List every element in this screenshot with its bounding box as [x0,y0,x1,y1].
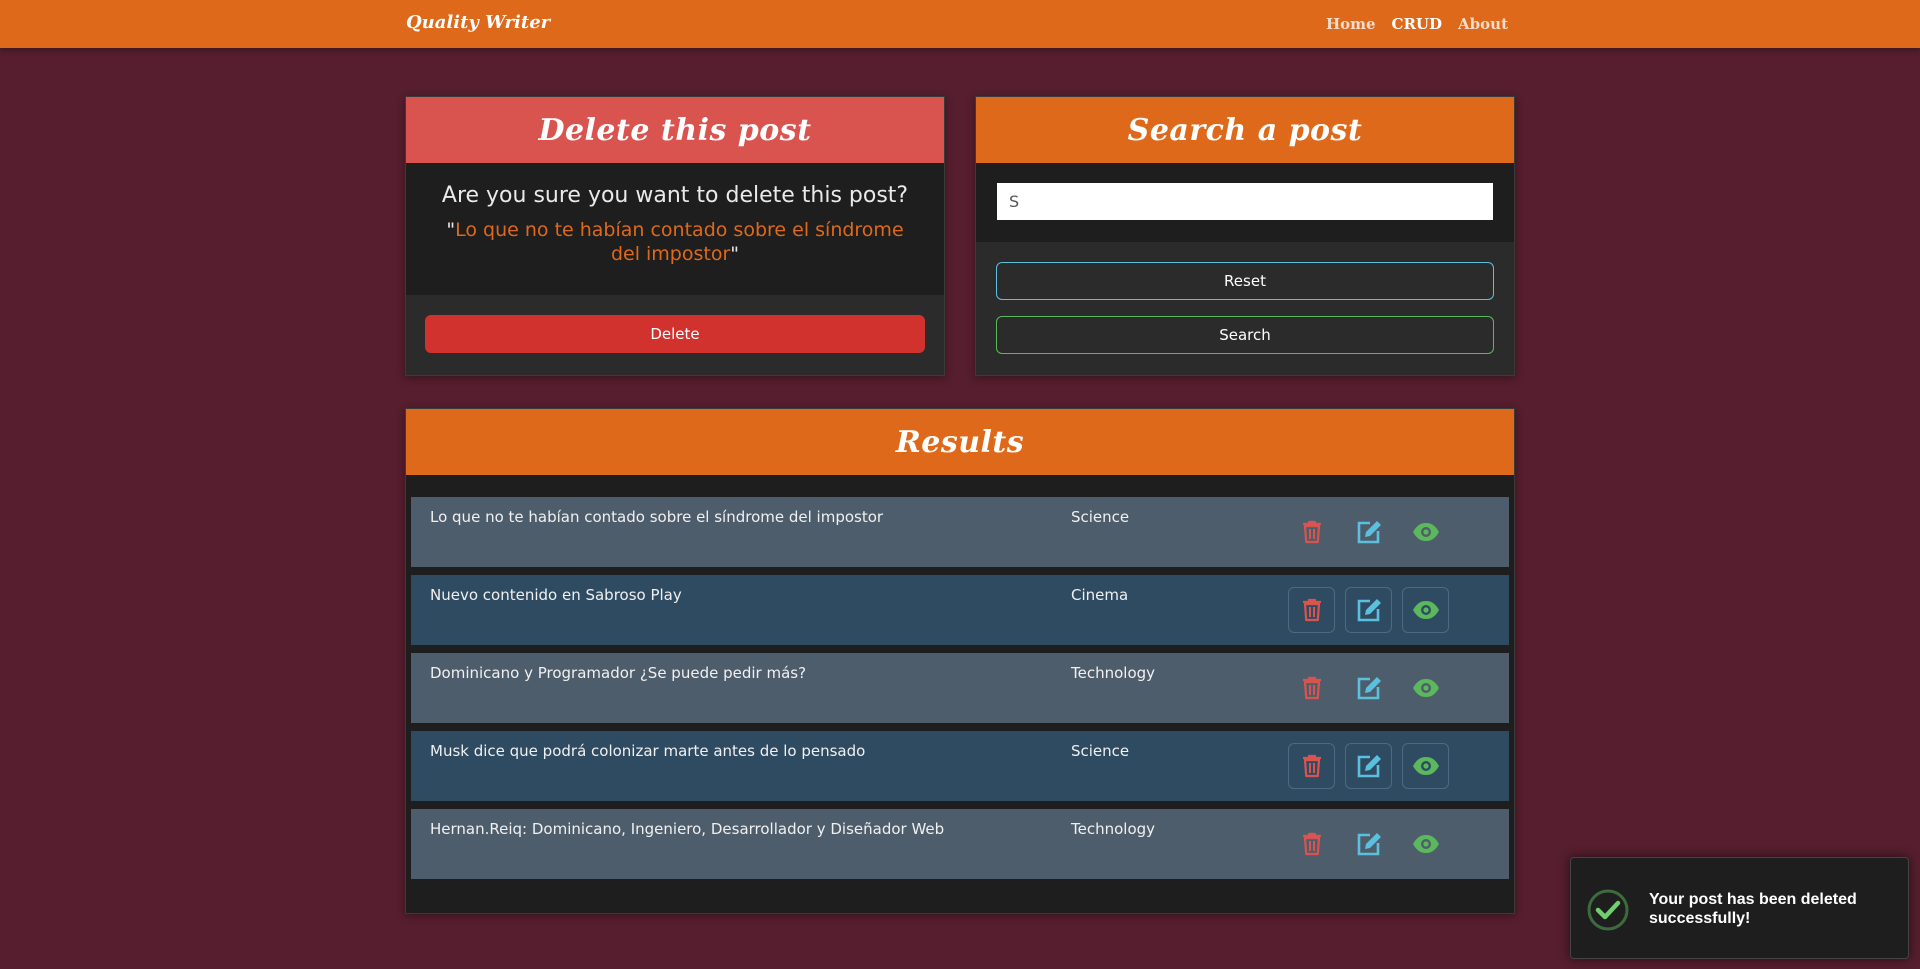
row-actions [1288,821,1449,867]
delete-card-body: Are you sure you want to delete this pos… [406,163,944,295]
table-row: Hernan.Reiq: Dominicano, Ingeniero, Desa… [411,809,1509,879]
edit-icon [1357,521,1381,544]
delete-row-button[interactable] [1288,587,1335,633]
check-circle-icon [1587,889,1629,931]
table-row: Nuevo contenido en Sabroso Play Cinema [411,575,1509,645]
row-title: Dominicano y Programador ¿Se puede pedir… [430,664,807,682]
eye-icon [1412,757,1439,775]
edit-row-button[interactable] [1345,509,1392,555]
trash-icon [1302,832,1321,856]
eye-icon [1412,523,1439,541]
row-actions [1288,665,1449,711]
trash-icon [1302,676,1321,700]
row-title: Musk dice que podrá colonizar marte ante… [430,742,866,760]
edit-icon [1357,833,1381,856]
edit-row-button[interactable] [1345,587,1392,633]
delete-row-button[interactable] [1288,821,1335,867]
brand-logo[interactable]: Quality Writer [406,12,550,33]
delete-row-button[interactable] [1288,665,1335,711]
search-card-footer: Reset Search [976,242,1514,375]
eye-icon [1412,679,1439,697]
delete-card-header: Delete this post [406,97,944,163]
row-title: Nuevo contenido en Sabroso Play [430,586,682,604]
edit-row-button[interactable] [1345,821,1392,867]
row-category: Technology [1071,820,1156,838]
edit-icon [1357,677,1381,700]
row-category: Science [1071,508,1130,526]
nav-about[interactable]: About [1458,15,1508,33]
row-category: Cinema [1071,586,1129,604]
view-row-button[interactable] [1402,509,1449,555]
results-card-header: Results [406,409,1514,475]
row-actions [1288,743,1449,789]
row-title: Lo que no te habían contado sobre el sín… [430,508,884,526]
eye-icon [1412,835,1439,853]
edit-row-button[interactable] [1345,743,1392,789]
delete-post-card: Delete this post Are you sure you want t… [405,96,945,376]
row-actions [1288,587,1449,633]
view-row-button[interactable] [1402,821,1449,867]
table-row: Musk dice que podrá colonizar marte ante… [411,731,1509,801]
delete-button[interactable]: Delete [425,315,925,353]
table-row: Dominicano y Programador ¿Se puede pedir… [411,653,1509,723]
nav-home[interactable]: Home [1326,15,1376,33]
row-title: Hernan.Reiq: Dominicano, Ingeniero, Desa… [430,820,945,838]
results-card: Results Lo que no te habían contado sobr… [405,408,1515,914]
edit-icon [1357,755,1381,778]
delete-row-button[interactable] [1288,509,1335,555]
nav-crud[interactable]: CRUD [1392,15,1443,33]
trash-icon [1302,520,1321,544]
delete-post-title-text: Lo que no te habían contado sobre el sín… [455,219,904,265]
row-category: Technology [1071,664,1156,682]
trash-icon [1302,754,1321,778]
edit-row-button[interactable] [1345,665,1392,711]
row-actions [1288,509,1449,555]
success-toast[interactable]: Your post has been deleted successfully! [1570,857,1909,959]
row-category: Science [1071,742,1130,760]
search-input[interactable] [997,183,1493,220]
delete-row-button[interactable] [1288,743,1335,789]
search-post-card: Search a post Reset Search [975,96,1515,376]
reset-button[interactable]: Reset [996,262,1494,300]
navbar: Quality Writer Home CRUD About [0,0,1920,48]
delete-confirm-question: Are you sure you want to delete this pos… [441,183,909,208]
search-card-header: Search a post [976,97,1514,163]
nav-links: Home CRUD About [1326,15,1508,33]
view-row-button[interactable] [1402,665,1449,711]
results-list: Lo que no te habían contado sobre el sín… [406,475,1514,879]
toast-message: Your post has been deleted successfully! [1649,891,1857,927]
view-row-button[interactable] [1402,587,1449,633]
view-row-button[interactable] [1402,743,1449,789]
eye-icon [1412,601,1439,619]
search-button[interactable]: Search [996,316,1494,354]
search-card-body [976,163,1514,242]
delete-card-footer: Delete [406,295,944,375]
trash-icon [1302,598,1321,622]
table-row: Lo que no te habían contado sobre el sín… [411,497,1509,567]
edit-icon [1357,599,1381,622]
delete-post-title: "Lo que no te habían contado sobre el sí… [446,219,904,265]
